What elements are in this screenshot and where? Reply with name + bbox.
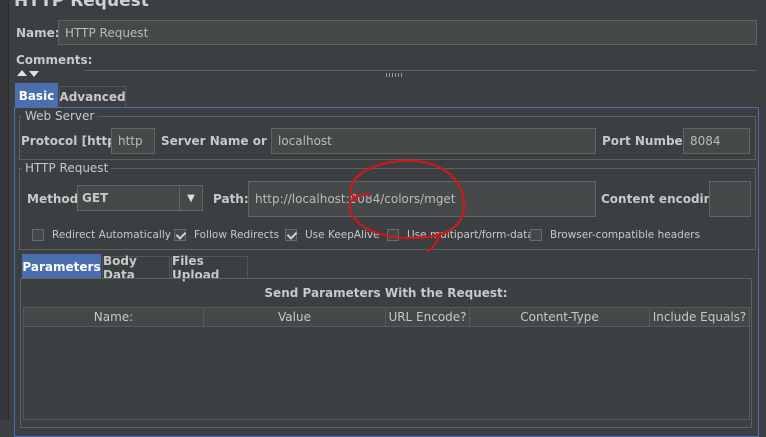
column-header-content-type[interactable]: Content-Type xyxy=(470,308,650,326)
table-header: Name: Value URL Encode? Content-Type Inc… xyxy=(24,308,749,327)
column-header-name[interactable]: Name: xyxy=(24,308,204,326)
redirect-automatically-checkbox[interactable]: Redirect Automatically xyxy=(32,229,171,241)
checkbox-box xyxy=(32,229,44,241)
window-left-edge xyxy=(0,0,9,420)
path-label: Path: xyxy=(213,192,249,206)
parameters-table[interactable]: Name: Value URL Encode? Content-Type Inc… xyxy=(23,307,750,420)
column-header-include-equals[interactable]: Include Equals? xyxy=(650,308,749,326)
comments-label: Comments: xyxy=(16,53,93,67)
tab-files-upload[interactable]: Files Upload xyxy=(171,254,248,282)
column-header-value[interactable]: Value xyxy=(204,308,386,326)
checkbox-label: Follow Redirects xyxy=(194,229,280,241)
parameters-caption: Send Parameters With the Request: xyxy=(264,286,508,300)
tab-body-data[interactable]: Body Data xyxy=(102,254,170,282)
tab-basic[interactable]: Basic xyxy=(15,83,58,107)
content-encoding-label: Content encoding: xyxy=(601,192,726,206)
method-label: Method: xyxy=(27,192,83,206)
panel-title: HTTP Request xyxy=(14,0,149,11)
server-name-field[interactable]: localhost xyxy=(271,128,596,154)
checkbox-label: Redirect Automatically xyxy=(52,229,171,241)
checkbox-box xyxy=(530,229,542,241)
port-number-label: Port Number: xyxy=(602,134,694,148)
red-annotation-circle xyxy=(348,159,466,253)
web-server-title: Web Server xyxy=(22,109,98,123)
column-header-url-encode[interactable]: URL Encode? xyxy=(386,308,470,326)
comments-field[interactable] xyxy=(84,50,757,71)
method-select[interactable]: GET ▼ xyxy=(77,185,203,211)
method-value: GET xyxy=(82,191,109,205)
http-request-title: HTTP Request xyxy=(22,161,112,175)
checkbox-label: Browser-compatible headers xyxy=(550,229,701,241)
protocol-field[interactable]: http xyxy=(111,128,155,154)
collapse-up-icon[interactable] xyxy=(17,70,27,76)
name-label: Name: xyxy=(16,26,60,40)
server-name-label: Server Name or IP: xyxy=(161,134,290,148)
tab-advanced[interactable]: Advanced xyxy=(59,86,126,107)
checkbox-box xyxy=(174,229,186,241)
collapse-down-icon[interactable] xyxy=(29,71,39,77)
chevron-down-icon[interactable]: ▼ xyxy=(179,186,202,210)
follow-redirects-checkbox[interactable]: Follow Redirects xyxy=(174,229,279,241)
browser-compatible-headers-checkbox[interactable]: Browser-compatible headers xyxy=(530,229,700,241)
tab-parameters[interactable]: Parameters xyxy=(22,254,101,278)
splitter-grip-icon[interactable] xyxy=(386,73,402,77)
port-number-field[interactable]: 8084 xyxy=(683,128,750,154)
name-field[interactable]: HTTP Request xyxy=(58,20,757,45)
content-encoding-field[interactable] xyxy=(709,181,751,217)
checkbox-box xyxy=(285,229,297,241)
